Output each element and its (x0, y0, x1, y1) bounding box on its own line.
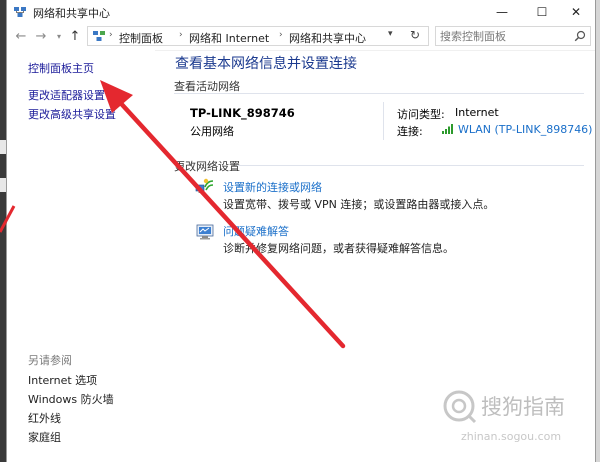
address-dropdown-chevron-icon[interactable]: ▾ (388, 29, 393, 39)
windows-firewall-link[interactable]: Windows 防火墙 (28, 391, 114, 407)
setup-new-connection-desc: 设置宽带、拨号或 VPN 连接；或设置路由器或接入点。 (223, 198, 495, 211)
connections-label: 连接: (397, 125, 423, 138)
sogou-watermark: 搜狗指南 zhinan.sogou.com (443, 390, 565, 443)
setup-new-connection-link[interactable]: 设置新的连接或网络 (223, 179, 322, 195)
search-icon[interactable] (574, 30, 586, 42)
see-also-heading: 另请参阅 (28, 354, 72, 367)
back-arrow-icon[interactable]: ← (13, 29, 29, 45)
change-advanced-sharing-link[interactable]: 更改高级共享设置 (28, 106, 116, 122)
minimize-button[interactable]: — (485, 0, 519, 24)
wlan-connection-link[interactable]: WLAN (TP-LINK_898746) (458, 123, 592, 136)
change-adapter-settings-link[interactable]: 更改适配器设置 (28, 87, 105, 103)
network-sharing-center-window: 网络和共享中心 — ☐ ✕ ← → ▾ ↑ › 控制面板 › 网络和 Inter… (6, 0, 596, 462)
control-panel-home-link[interactable]: 控制面板主页 (28, 60, 94, 76)
network-center-icon (14, 7, 26, 17)
title-bar: 网络和共享中心 — ☐ ✕ (7, 0, 595, 24)
breadcrumb-network-internet[interactable]: 网络和 Internet (189, 30, 269, 46)
control-panel-icon (93, 31, 105, 41)
troubleshoot-problems-link[interactable]: 问题疑难解答 (223, 223, 289, 239)
breadcrumb-separator-icon[interactable]: › (179, 30, 183, 40)
network-name: TP-LINK_898746 (190, 106, 295, 120)
address-toolbar: ← → ▾ ↑ › 控制面板 › 网络和 Internet › 网络和共享中心 … (7, 24, 595, 51)
page-title: 查看基本网络信息并设置连接 (175, 56, 357, 72)
homegroup-link[interactable]: 家庭组 (28, 429, 61, 445)
close-button[interactable]: ✕ (559, 0, 593, 24)
infrared-link[interactable]: 红外线 (28, 410, 61, 426)
up-arrow-icon[interactable]: ↑ (67, 29, 83, 45)
active-networks-heading: 查看活动网络 (174, 80, 240, 93)
address-bar[interactable]: › 控制面板 › 网络和 Internet › 网络和共享中心 ▾ ↻ (87, 26, 429, 46)
maximize-button[interactable]: ☐ (525, 0, 559, 24)
network-info-divider (383, 102, 384, 140)
internet-options-link[interactable]: Internet 选项 (28, 372, 97, 388)
recent-chevron-down-icon[interactable]: ▾ (51, 29, 67, 45)
breadcrumb-network-sharing-center[interactable]: 网络和共享中心 (289, 30, 366, 46)
refresh-icon[interactable]: ↻ (410, 28, 420, 42)
search-box[interactable] (435, 26, 591, 46)
section-divider (237, 165, 584, 166)
watermark-url: zhinan.sogou.com (461, 430, 561, 443)
forward-arrow-icon[interactable]: → (33, 29, 49, 45)
left-navigation-pane: 控制面板主页 更改适配器设置 更改高级共享设置 另请参阅 Internet 选项… (7, 50, 155, 462)
section-divider (174, 93, 584, 94)
new-connection-icon (195, 178, 214, 193)
troubleshoot-problems-desc: 诊断并修复网络问题，或者获得疑难解答信息。 (223, 242, 454, 255)
breadcrumb-separator-icon[interactable]: › (279, 30, 283, 40)
access-type-label: 访问类型: (397, 108, 445, 121)
window-title: 网络和共享中心 (33, 7, 110, 20)
change-network-settings-heading: 更改网络设置 (174, 160, 240, 173)
breadcrumb-control-panel[interactable]: 控制面板 (119, 30, 163, 46)
wifi-signal-icon (442, 124, 453, 134)
access-type-value: Internet (455, 106, 499, 119)
watermark-text: 搜狗指南 (481, 395, 565, 419)
troubleshoot-icon (196, 224, 214, 240)
search-input[interactable] (440, 29, 568, 43)
breadcrumb-separator-icon[interactable]: › (109, 30, 113, 40)
network-type-link[interactable]: 公用网络 (190, 123, 234, 139)
